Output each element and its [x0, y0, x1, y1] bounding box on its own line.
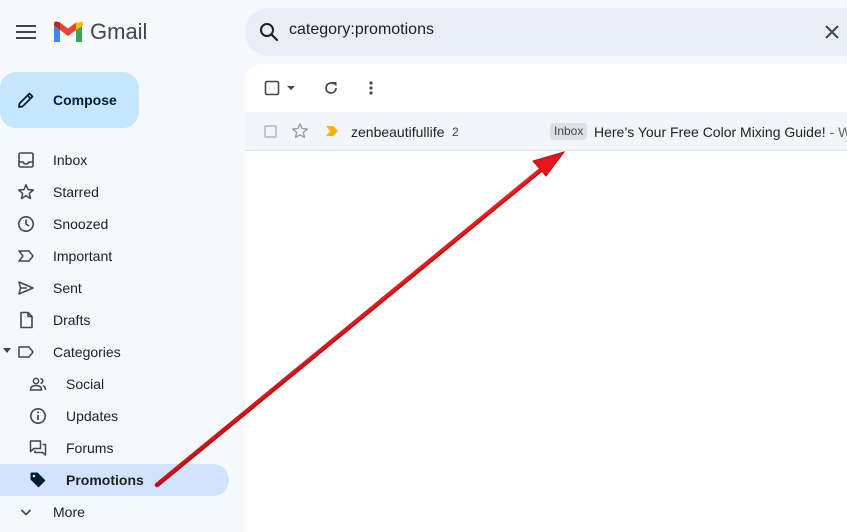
sidebar-item-label: More: [53, 504, 85, 520]
search-icon[interactable]: [257, 20, 281, 44]
sidebar-item-label: Social: [66, 376, 105, 392]
sidebar-nav: Inbox Starred Snoozed Important Sent Dra…: [0, 144, 245, 528]
send-icon: [16, 278, 36, 298]
sidebar-item-drafts[interactable]: Drafts: [0, 304, 245, 336]
info-icon: [28, 406, 48, 426]
star-icon[interactable]: [291, 122, 309, 140]
caret-down-icon[interactable]: [284, 81, 298, 95]
checkbox-icon[interactable]: [264, 80, 280, 96]
sidebar-item-label: Sent: [53, 280, 82, 296]
inbox-icon: [16, 150, 36, 170]
gmail-logo[interactable]: Gmail: [52, 17, 147, 47]
clear-search-icon[interactable]: [820, 20, 844, 44]
refresh-button[interactable]: [319, 76, 343, 100]
row-checkbox[interactable]: [264, 125, 277, 138]
clock-icon: [16, 214, 36, 234]
sidebar-item-label: Starred: [53, 184, 99, 200]
sidebar-item-label: Categories: [53, 344, 121, 360]
sidebar-item-starred[interactable]: Starred: [0, 176, 245, 208]
email-sender: zenbeautifullife: [351, 124, 445, 140]
gmail-m-icon: [54, 21, 83, 42]
sidebar-item-label: Updates: [66, 408, 119, 424]
search-bar[interactable]: category:promotions: [245, 8, 847, 56]
mail-toolbar: [245, 64, 847, 112]
sidebar-item-social[interactable]: Social: [0, 368, 245, 400]
sidebar-item-label: Inbox: [53, 152, 88, 168]
compose-label: Compose: [53, 92, 117, 108]
app-title: Gmail: [90, 19, 148, 44]
compose-button[interactable]: Compose: [0, 72, 139, 128]
sidebar-item-label: Drafts: [53, 312, 91, 328]
thread-count: 2: [452, 125, 459, 139]
mail-list-panel: zenbeautifullife 2 Inbox Here’s Your Fre…: [245, 64, 847, 532]
sidebar-item-snoozed[interactable]: Snoozed: [0, 208, 245, 240]
expand-caret-icon[interactable]: [3, 348, 11, 353]
forum-icon: [28, 438, 48, 458]
pencil-icon: [14, 88, 38, 112]
star-icon: [16, 182, 36, 202]
select-all-dropdown[interactable]: [261, 76, 301, 100]
hamburger-menu-icon: [16, 25, 36, 39]
inbox-label-badge[interactable]: Inbox: [550, 123, 588, 140]
email-snippet: - W: [829, 124, 847, 140]
more-actions-button[interactable]: [359, 76, 383, 100]
sidebar-item-forums[interactable]: Forums: [0, 432, 245, 464]
tag-icon: [28, 470, 48, 490]
sidebar-item-label: Promotions: [66, 472, 144, 488]
people-icon: [28, 374, 48, 394]
important-marker-icon[interactable]: [325, 125, 339, 137]
email-subject-line: Here’s Your Free Color Mixing Guide! - W: [594, 124, 847, 140]
sidebar-item-promotions[interactable]: Promotions: [0, 464, 229, 496]
sidebar-item-updates[interactable]: Updates: [0, 400, 245, 432]
sidebar-item-sent[interactable]: Sent: [0, 272, 245, 304]
label-icon: [16, 342, 36, 362]
refresh-icon: [325, 82, 337, 94]
search-input[interactable]: category:promotions: [289, 21, 434, 39]
sidebar-item-label: Forums: [66, 440, 114, 456]
important-label-icon: [16, 246, 36, 266]
sidebar-item-categories[interactable]: Categories: [0, 336, 245, 368]
main-menu-button[interactable]: [10, 16, 42, 48]
more-vertical-icon: [369, 81, 373, 95]
email-row[interactable]: zenbeautifullife 2 Inbox Here’s Your Fre…: [245, 112, 847, 151]
draft-file-icon: [16, 310, 36, 330]
sidebar-item-label: Snoozed: [53, 216, 109, 232]
sidebar-item-inbox[interactable]: Inbox: [0, 144, 245, 176]
sidebar-item-label: Important: [53, 248, 113, 264]
top-bar: Gmail category:promotions: [0, 0, 847, 64]
sidebar-item-more[interactable]: More: [0, 496, 245, 528]
sidebar-item-important[interactable]: Important: [0, 240, 245, 272]
chevron-down-icon: [16, 502, 36, 522]
email-subject: Here’s Your Free Color Mixing Guide!: [594, 124, 826, 140]
